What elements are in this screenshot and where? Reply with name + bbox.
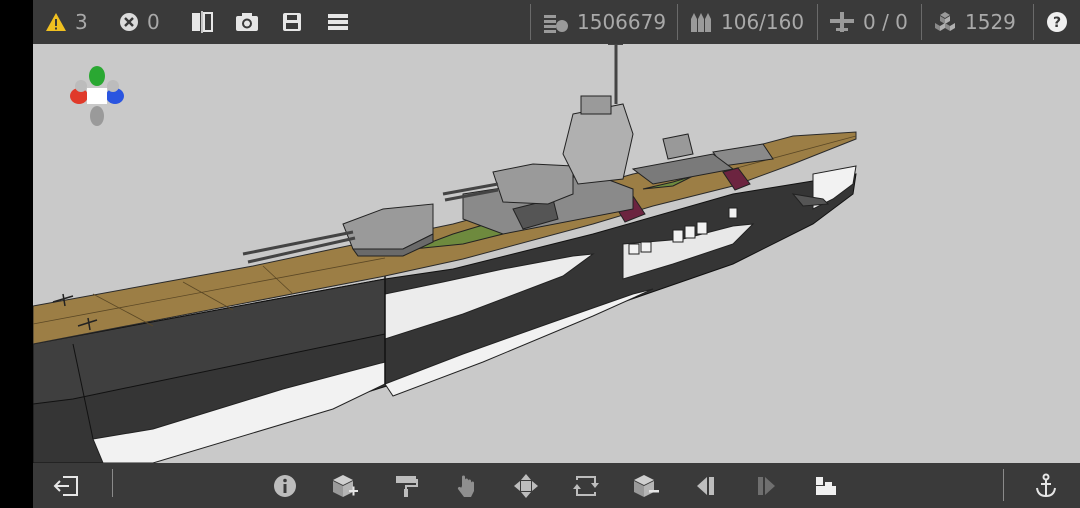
anchor-icon xyxy=(1034,473,1058,499)
remove-block-icon xyxy=(632,474,660,498)
warnings-count: 3 xyxy=(75,10,88,34)
select-button[interactable] xyxy=(446,463,486,508)
anchor-button[interactable] xyxy=(1026,463,1066,508)
next-button[interactable] xyxy=(746,463,786,508)
separator xyxy=(112,469,113,497)
help-icon: ? xyxy=(1046,11,1068,33)
menu-icon xyxy=(327,12,349,32)
help-button[interactable]: ? xyxy=(1046,0,1068,44)
menu-button[interactable] xyxy=(327,0,349,44)
move-button[interactable] xyxy=(506,463,546,508)
previous-icon xyxy=(695,475,717,497)
aircraft-value: 0 / 0 xyxy=(863,10,908,34)
save-button[interactable] xyxy=(282,0,302,44)
blocks-icon xyxy=(933,11,957,33)
cost-value: 1506679 xyxy=(577,10,667,34)
separator xyxy=(1033,4,1034,40)
ammo-icon xyxy=(689,11,713,33)
exit-icon xyxy=(53,475,79,497)
ammo-stat: 106/160 xyxy=(689,0,804,44)
info-button[interactable] xyxy=(265,463,305,508)
svg-text:?: ? xyxy=(1053,15,1061,31)
top-toolbar: 3 0 1506679 106/160 0 / 0 1529 ? xyxy=(33,0,1080,44)
remove-block-button[interactable] xyxy=(626,463,666,508)
hand-icon xyxy=(455,474,477,498)
errors-counter[interactable]: 0 xyxy=(119,0,160,44)
aircraft-icon xyxy=(829,11,855,33)
add-block-icon xyxy=(331,474,359,498)
separator xyxy=(921,4,922,40)
warnings-counter[interactable]: 3 xyxy=(45,0,88,44)
separator xyxy=(677,4,678,40)
left-black-bar xyxy=(0,0,33,508)
next-icon xyxy=(755,475,777,497)
bottom-toolbar xyxy=(33,463,1080,508)
save-icon xyxy=(282,12,302,32)
separator xyxy=(530,4,531,40)
3d-viewport[interactable] xyxy=(33,44,1080,463)
exit-button[interactable] xyxy=(46,463,86,508)
cost-icon xyxy=(543,11,569,33)
aircraft-stat: 0 / 0 xyxy=(829,0,908,44)
paint-roller-icon xyxy=(394,474,418,498)
warning-icon xyxy=(45,12,67,32)
parts-value: 1529 xyxy=(965,10,1016,34)
previous-button[interactable] xyxy=(686,463,726,508)
info-icon xyxy=(273,474,297,498)
add-block-button[interactable] xyxy=(325,463,365,508)
rotate-icon xyxy=(573,474,599,498)
mirror-button[interactable] xyxy=(190,0,214,44)
separator xyxy=(1003,469,1004,501)
parts-stat: 1529 xyxy=(933,0,1016,44)
build-mode-button[interactable] xyxy=(806,463,846,508)
ship-model xyxy=(33,44,857,463)
build-mode-icon xyxy=(814,475,838,497)
errors-count: 0 xyxy=(147,10,160,34)
orientation-gizmo[interactable] xyxy=(69,64,125,130)
ammo-value: 106/160 xyxy=(721,10,805,34)
camera-icon xyxy=(235,12,259,32)
move-icon xyxy=(513,473,539,499)
error-icon xyxy=(119,12,139,32)
paint-button[interactable] xyxy=(386,463,426,508)
cost-stat: 1506679 xyxy=(543,0,666,44)
screenshot-button[interactable] xyxy=(235,0,259,44)
mirror-icon xyxy=(190,11,214,33)
rotate-button[interactable] xyxy=(566,463,606,508)
separator xyxy=(817,4,818,40)
